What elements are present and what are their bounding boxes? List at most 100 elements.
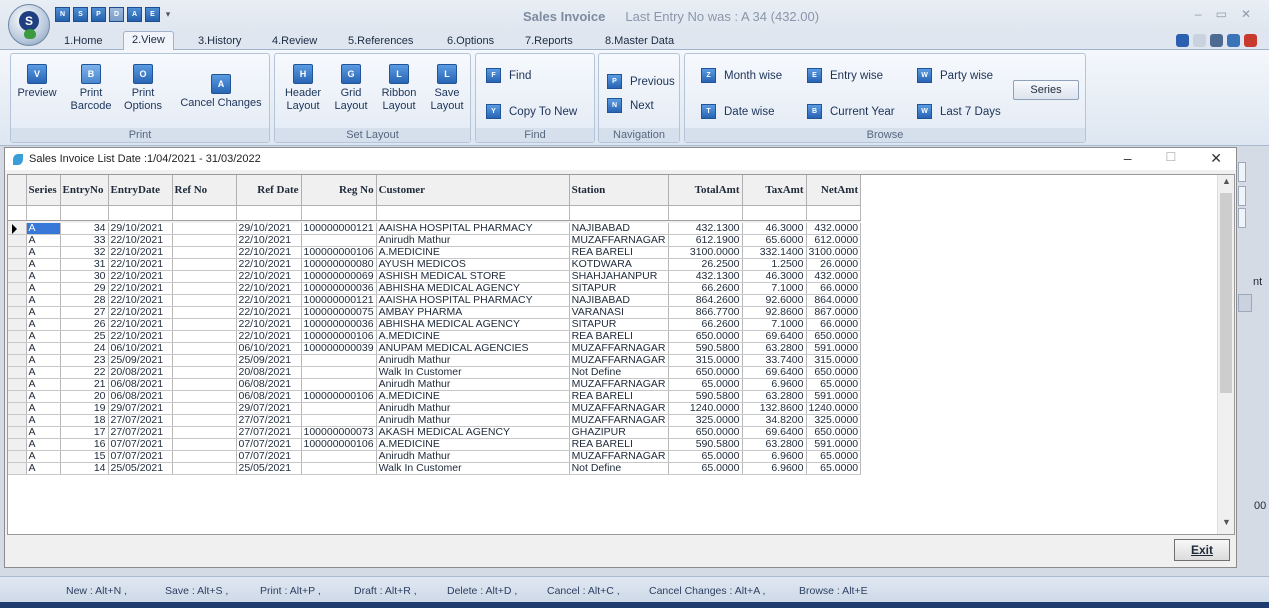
entry-wise-button[interactable]: E Entry wise xyxy=(807,68,883,83)
cell-series[interactable]: A xyxy=(26,234,61,248)
cell-station[interactable]: MUZAFFARNAGAR xyxy=(569,450,669,464)
cell-regno[interactable] xyxy=(301,354,377,368)
cell-regno[interactable] xyxy=(301,462,377,476)
party-wise-button[interactable]: W Party wise xyxy=(917,68,993,83)
cell-netamt[interactable]: 650.0000 xyxy=(806,366,862,380)
cell-refno[interactable] xyxy=(172,258,237,272)
preview-button[interactable]: V Preview xyxy=(17,64,57,100)
col-refdate[interactable]: Ref Date xyxy=(236,175,302,206)
cell-entrydate[interactable]: 22/10/2021 xyxy=(108,306,173,320)
cell-station[interactable]: SHAHJAHANPUR xyxy=(569,270,669,284)
cell-refdate[interactable]: 22/10/2021 xyxy=(236,246,302,260)
cell-entryno[interactable]: 24 xyxy=(60,342,109,356)
table-row[interactable]: A 34 29/10/2021 29/10/2021 100000000121 AAISH… xyxy=(8,223,862,236)
filter-entrydate[interactable] xyxy=(108,205,173,221)
cell-entryno[interactable]: 28 xyxy=(60,294,109,308)
row-indicator[interactable] xyxy=(8,234,27,248)
cell-entrydate[interactable]: 27/07/2021 xyxy=(108,414,173,428)
cell-refno[interactable] xyxy=(172,450,237,464)
cell-station[interactable]: MUZAFFARNAGAR xyxy=(569,378,669,392)
cell-refno[interactable] xyxy=(172,270,237,284)
cell-regno[interactable]: 100000000069 xyxy=(301,270,377,284)
cell-customer[interactable]: AKASH MEDICAL AGENCY xyxy=(376,426,570,440)
row-indicator[interactable] xyxy=(8,318,27,332)
qat-new-icon[interactable]: N xyxy=(55,7,70,22)
cell-netamt[interactable]: 325.0000 xyxy=(806,414,862,428)
cell-refno[interactable] xyxy=(172,282,237,296)
cell-customer[interactable]: ANUPAM MEDICAL AGENCIES xyxy=(376,342,570,356)
cell-refdate[interactable]: 07/07/2021 xyxy=(236,438,302,452)
row-indicator[interactable] xyxy=(8,270,27,284)
cell-series[interactable]: A xyxy=(26,294,61,308)
cell-customer[interactable]: AAISHA HOSPITAL PHARMACY xyxy=(376,223,570,236)
cell-regno[interactable] xyxy=(301,414,377,428)
cell-series[interactable]: A xyxy=(26,378,61,392)
cell-series[interactable]: A xyxy=(26,426,61,440)
cell-netamt[interactable]: 591.0000 xyxy=(806,438,862,452)
cell-entryno[interactable]: 21 xyxy=(60,378,109,392)
row-indicator[interactable] xyxy=(8,294,27,308)
cell-refdate[interactable]: 22/10/2021 xyxy=(236,306,302,320)
filter-totalamt[interactable] xyxy=(668,205,743,221)
cell-refdate[interactable]: 22/10/2021 xyxy=(236,318,302,332)
qat-customize-dropdown[interactable]: ▾ xyxy=(163,9,173,20)
cell-entrydate[interactable]: 06/08/2021 xyxy=(108,390,173,404)
cell-regno[interactable]: 100000000106 xyxy=(301,390,377,404)
cell-refno[interactable] xyxy=(172,426,237,440)
cell-refno[interactable] xyxy=(172,414,237,428)
cell-entrydate[interactable]: 22/10/2021 xyxy=(108,246,173,260)
cell-customer[interactable]: A.MEDICINE xyxy=(376,438,570,452)
table-row[interactable]: A 32 22/10/2021 22/10/2021 100000000106 A.MED… xyxy=(8,246,862,260)
table-row[interactable]: A 17 27/07/2021 27/07/2021 100000000073 AKASH… xyxy=(8,426,862,440)
row-indicator[interactable] xyxy=(8,354,27,368)
filter-regno[interactable] xyxy=(301,205,377,221)
scroll-down-icon[interactable]: ▼ xyxy=(1218,517,1234,533)
cell-station[interactable]: REA BARELI xyxy=(569,390,669,404)
cell-station[interactable]: MUZAFFARNAGAR xyxy=(569,414,669,428)
row-indicator[interactable] xyxy=(8,402,27,416)
cell-totalamt[interactable]: 315.0000 xyxy=(668,354,743,368)
cell-refno[interactable] xyxy=(172,294,237,308)
cell-series[interactable]: A xyxy=(26,306,61,320)
cell-netamt[interactable]: 315.0000 xyxy=(806,354,862,368)
cell-refno[interactable] xyxy=(172,390,237,404)
cell-refdate[interactable]: 22/10/2021 xyxy=(236,258,302,272)
cell-totalamt[interactable]: 650.0000 xyxy=(668,366,743,380)
cell-taxamt[interactable]: 69.6400 xyxy=(742,426,807,440)
cell-taxamt[interactable]: 6.9600 xyxy=(742,450,807,464)
cell-entryno[interactable]: 33 xyxy=(60,234,109,248)
cell-customer[interactable]: AMBAY PHARMA xyxy=(376,306,570,320)
table-row[interactable]: A 24 06/10/2021 06/10/2021 100000000039 ANUPA… xyxy=(8,342,862,356)
table-row[interactable]: A 19 29/07/2021 29/07/2021 Anirudh Mathur MUZ… xyxy=(8,402,862,416)
cell-series[interactable]: A xyxy=(26,390,61,404)
filter-taxamt[interactable] xyxy=(742,205,807,221)
cell-station[interactable]: NAJIBABAD xyxy=(569,294,669,308)
cell-regno[interactable]: 100000000075 xyxy=(301,306,377,320)
tab-references[interactable]: 5.References xyxy=(340,33,421,51)
cell-entrydate[interactable]: 06/08/2021 xyxy=(108,378,173,392)
col-taxamt[interactable]: TaxAmt xyxy=(742,175,807,206)
cell-regno[interactable]: 100000000106 xyxy=(301,438,377,452)
row-indicator[interactable] xyxy=(8,414,27,428)
maximize-button[interactable]: ☐ xyxy=(1166,150,1177,167)
cell-refno[interactable] xyxy=(172,342,237,356)
cell-regno[interactable] xyxy=(301,402,377,416)
row-indicator[interactable] xyxy=(8,390,27,404)
qat-browse-icon[interactable]: E xyxy=(145,7,160,22)
settings-icon[interactable] xyxy=(1193,34,1206,47)
cell-station[interactable]: MUZAFFARNAGAR xyxy=(569,402,669,416)
table-row[interactable]: A 20 06/08/2021 06/08/2021 100000000106 A.MED… xyxy=(8,390,862,404)
table-row[interactable]: A 18 27/07/2021 27/07/2021 Anirudh Mathur MUZ… xyxy=(8,414,862,428)
cell-regno[interactable]: 100000000080 xyxy=(301,258,377,272)
cell-refno[interactable] xyxy=(172,378,237,392)
cell-refdate[interactable]: 27/07/2021 xyxy=(236,414,302,428)
cell-station[interactable]: MUZAFFARNAGAR xyxy=(569,342,669,356)
copy-to-new-button[interactable]: Y Copy To New xyxy=(486,104,577,119)
cell-regno[interactable] xyxy=(301,378,377,392)
cell-series[interactable]: A xyxy=(26,318,61,332)
cell-customer[interactable]: A.MEDICINE xyxy=(376,246,570,260)
cell-customer[interactable]: ABHISHA MEDICAL AGENCY xyxy=(376,282,570,296)
cell-customer[interactable]: A.MEDICINE xyxy=(376,330,570,344)
exit-app-icon[interactable] xyxy=(1244,34,1257,47)
col-series[interactable]: Series xyxy=(26,175,61,206)
